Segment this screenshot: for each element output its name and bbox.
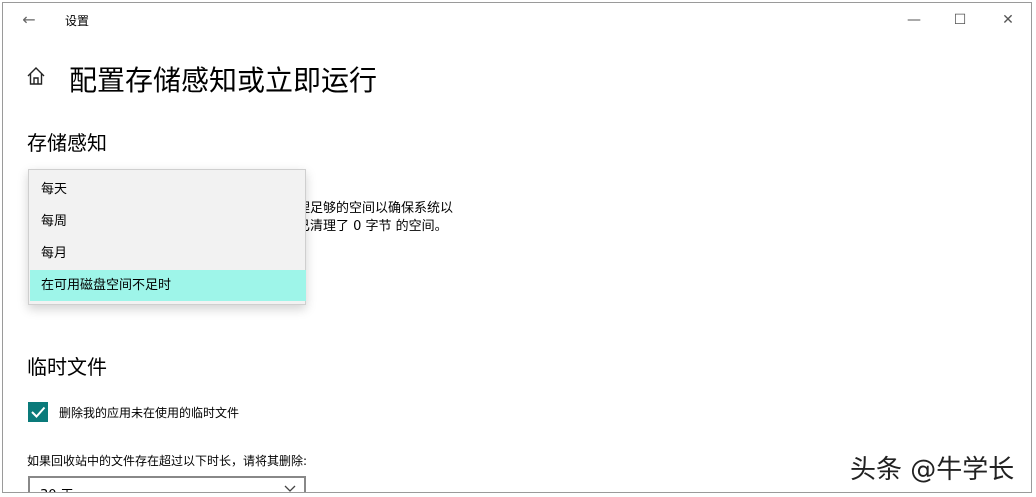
title-bar: ← 设置 — ☐ ✕: [3, 3, 1031, 37]
option-daily[interactable]: 每天: [30, 174, 306, 205]
storage-sense-heading: 存储感知: [27, 131, 107, 155]
close-button[interactable]: ✕: [993, 9, 1023, 31]
delete-temp-files-checkbox[interactable]: [28, 402, 48, 422]
option-weekly[interactable]: 每周: [30, 206, 306, 237]
description-line-1: 理足够的空间以确保系统以: [297, 201, 454, 216]
watermark: 头条 @牛学长: [850, 455, 1015, 485]
recycle-bin-duration-select[interactable]: 30 天: [28, 476, 306, 492]
chevron-down-icon: [284, 482, 296, 492]
checkmark-icon: [31, 406, 46, 418]
page-title: 配置存储感知或立即运行: [69, 64, 378, 97]
recycle-bin-label: 如果回收站中的文件存在超过以下时长，请将其删除:: [27, 454, 308, 468]
temp-files-heading: 临时文件: [27, 355, 107, 379]
minimize-button[interactable]: —: [899, 9, 929, 31]
window-title: 设置: [65, 14, 90, 28]
delete-temp-files-label[interactable]: 删除我的应用未在使用的临时文件: [59, 404, 239, 421]
option-low-disk-space[interactable]: 在可用磁盘空间不足时: [30, 270, 306, 301]
back-button[interactable]: ←: [17, 9, 41, 31]
recycle-bin-duration-value: 30 天: [40, 484, 74, 492]
storage-sense-description: 理足够的空间以确保系统以 已清理了 0 字节 的空间。: [297, 200, 453, 236]
description-line-2: 已清理了 0 字节 的空间。: [297, 219, 448, 234]
option-monthly[interactable]: 每月: [30, 238, 306, 269]
home-icon[interactable]: [25, 65, 47, 87]
frequency-dropdown-list[interactable]: 每天 每周 每月 在可用磁盘空间不足时: [28, 169, 306, 305]
maximize-button[interactable]: ☐: [945, 9, 975, 31]
settings-window: ← 设置 — ☐ ✕ 配置存储感知或立即运行 存储感知 理足够的空间以确保系统以…: [2, 2, 1032, 493]
